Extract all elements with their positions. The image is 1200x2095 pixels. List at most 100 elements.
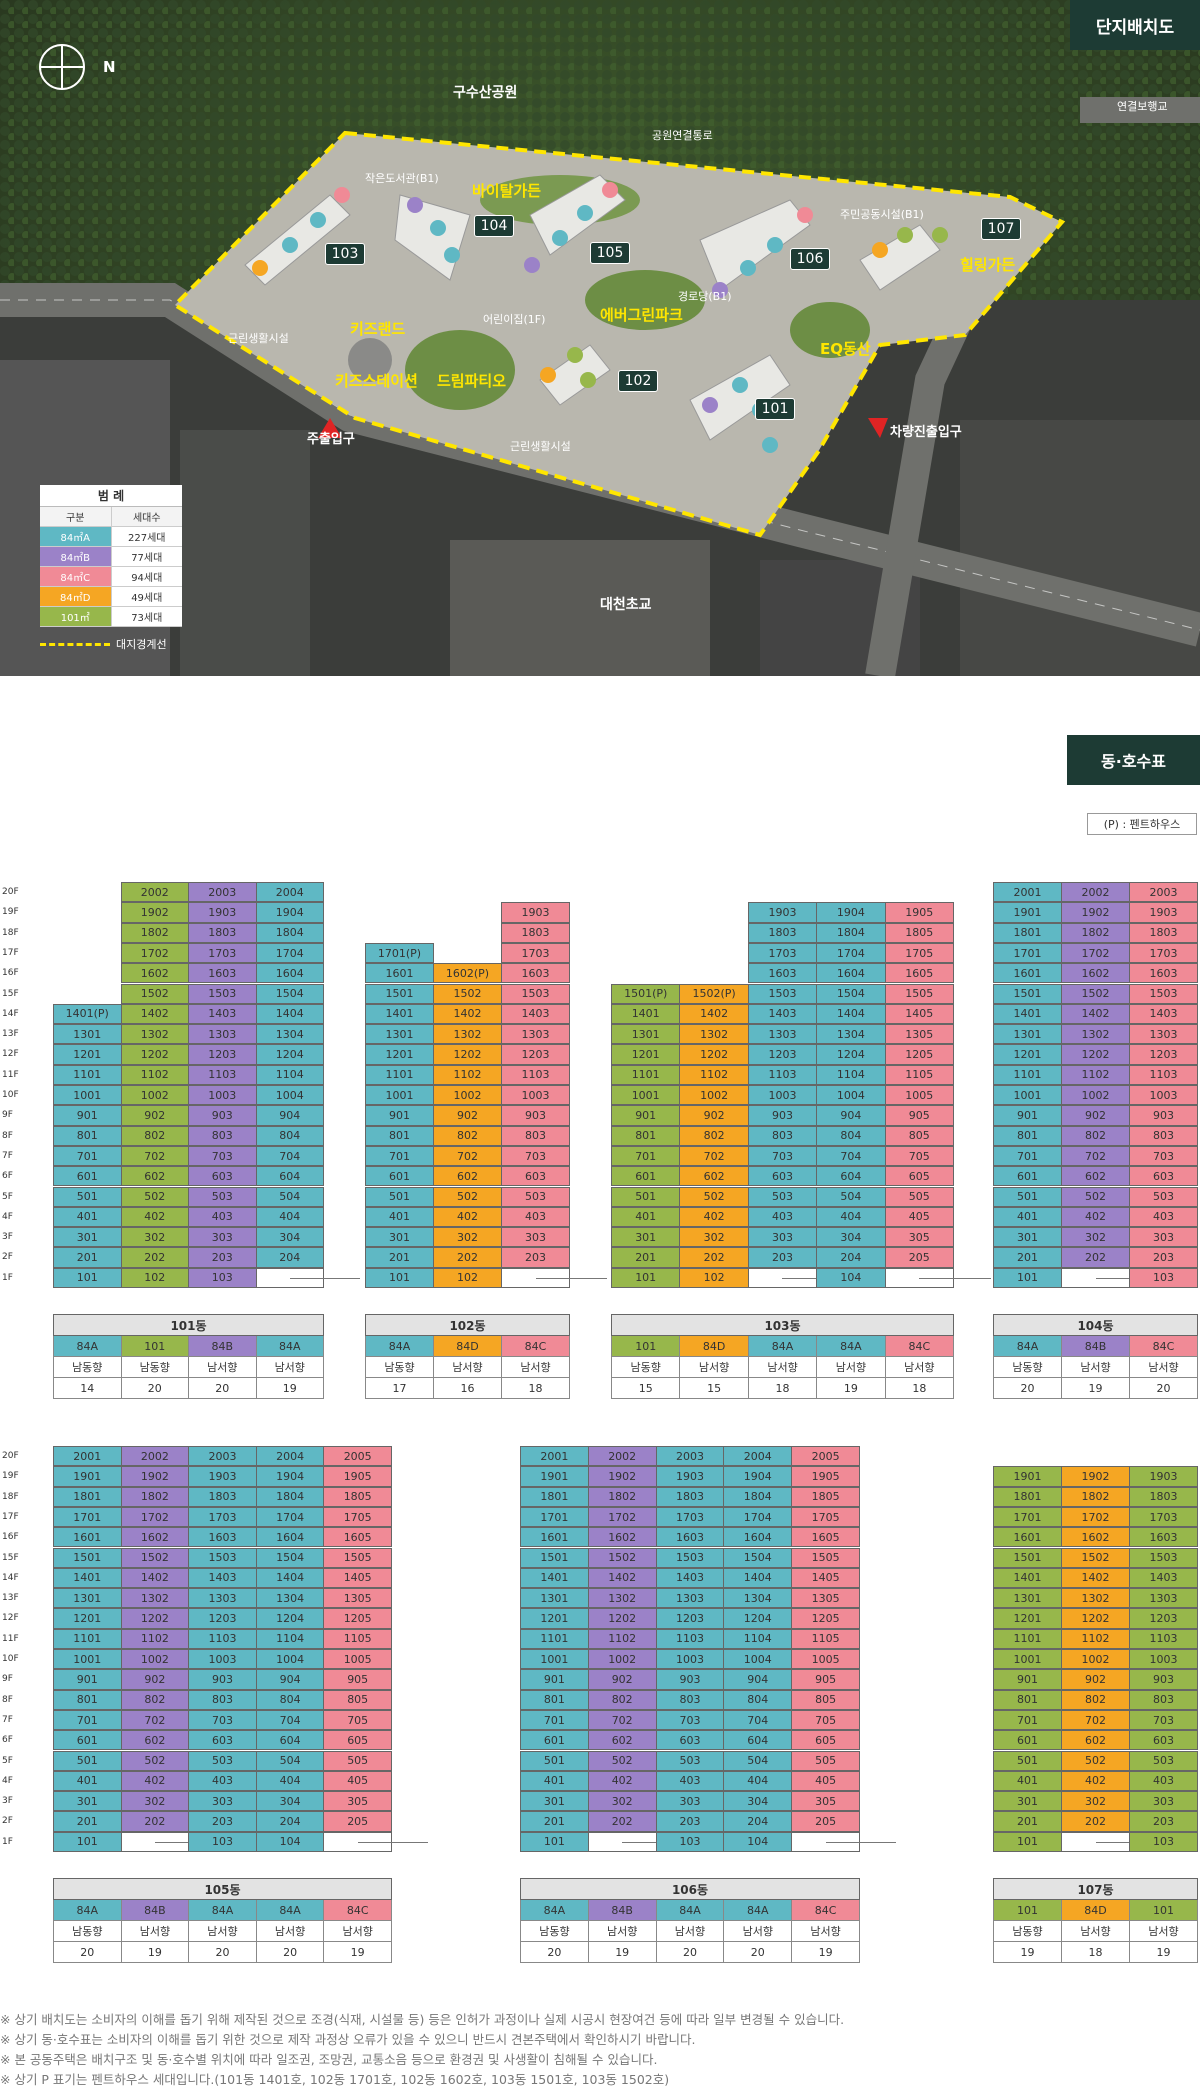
unit-cell[interactable]: 1405 xyxy=(791,1567,860,1589)
unit-cell[interactable]: 1804 xyxy=(816,922,886,943)
unit-cell[interactable]: 703 xyxy=(501,1145,570,1167)
unit-cell[interactable]: 202 xyxy=(433,1247,502,1268)
unit-cell[interactable]: 1703 xyxy=(747,942,818,964)
unit-cell[interactable]: 1702 xyxy=(1061,942,1130,964)
unit-cell[interactable]: 603 xyxy=(1129,1166,1198,1187)
unit-cell[interactable]: 1803 xyxy=(1129,1486,1198,1507)
unit-cell[interactable]: 201 xyxy=(993,1247,1062,1268)
unit-cell[interactable]: 204 xyxy=(255,1247,324,1268)
unit-cell[interactable]: 303 xyxy=(1129,1227,1198,1248)
unit-cell[interactable]: 803 xyxy=(501,1125,570,1146)
unit-cell[interactable]: 1002 xyxy=(1061,1085,1130,1106)
unit-cell[interactable]: 1801 xyxy=(520,1486,589,1507)
unit-cell[interactable]: 1104 xyxy=(255,1064,324,1085)
unit-cell[interactable]: 401 xyxy=(53,1770,122,1792)
unit-cell[interactable]: 1402 xyxy=(120,1003,189,1025)
unit-cell[interactable]: 505 xyxy=(791,1750,860,1771)
unit-cell[interactable]: 1301 xyxy=(520,1588,589,1609)
unit-cell[interactable]: 401 xyxy=(520,1770,589,1792)
unit-cell[interactable]: 2002 xyxy=(120,1446,190,1467)
unit-cell[interactable]: 902 xyxy=(679,1105,749,1126)
unit-cell[interactable]: 1701(P) xyxy=(365,942,434,964)
unit-cell[interactable]: 1105 xyxy=(791,1628,860,1649)
unit-cell[interactable]: 1002 xyxy=(120,1085,189,1106)
unit-cell[interactable]: 1401 xyxy=(53,1567,122,1589)
unit-cell[interactable]: 1302 xyxy=(1061,1588,1130,1609)
unit-cell[interactable]: 1702 xyxy=(587,1506,657,1528)
unit-cell[interactable]: 1005 xyxy=(791,1649,860,1670)
unit-cell[interactable]: 205 xyxy=(791,1811,860,1832)
unit-cell[interactable]: 702 xyxy=(120,1709,190,1731)
unit-cell[interactable]: 501 xyxy=(53,1750,122,1771)
unit-cell[interactable]: 602 xyxy=(1061,1166,1130,1187)
unit-cell[interactable]: 1903 xyxy=(747,902,818,923)
unit-cell[interactable]: 903 xyxy=(188,1669,257,1690)
unit-cell[interactable]: 1804 xyxy=(723,1486,793,1507)
unit-cell[interactable]: 702 xyxy=(1061,1709,1130,1731)
unit-cell[interactable]: 1502 xyxy=(1061,1547,1130,1568)
unit-cell[interactable]: 703 xyxy=(1129,1709,1198,1731)
unit-cell[interactable]: 503 xyxy=(747,1186,818,1207)
unit-cell[interactable]: 703 xyxy=(1129,1145,1198,1167)
unit-cell[interactable]: 1101 xyxy=(365,1064,434,1085)
unit-cell[interactable]: 902 xyxy=(1061,1669,1130,1690)
unit-cell[interactable]: 802 xyxy=(1061,1125,1130,1146)
unit-cell[interactable]: 1603 xyxy=(188,963,257,984)
unit-cell[interactable]: 1102 xyxy=(587,1628,657,1649)
unit-cell[interactable]: 1301 xyxy=(993,1588,1062,1609)
unit-cell[interactable]: 1402 xyxy=(587,1567,657,1589)
unit-cell[interactable]: 1603 xyxy=(188,1527,257,1548)
unit-cell[interactable]: 203 xyxy=(655,1811,725,1832)
unit-cell[interactable]: 604 xyxy=(816,1166,886,1187)
unit-cell[interactable]: 402 xyxy=(120,1770,190,1792)
unit-cell[interactable]: 1804 xyxy=(255,1486,325,1507)
unit-cell[interactable]: 302 xyxy=(1061,1227,1130,1248)
unit-cell[interactable]: 1801 xyxy=(53,1486,122,1507)
unit-cell[interactable]: 803 xyxy=(1129,1125,1198,1146)
unit-cell[interactable]: 2001 xyxy=(53,1446,122,1467)
unit-cell[interactable]: 1601 xyxy=(993,1527,1062,1548)
unit-cell[interactable]: 1403 xyxy=(747,1003,818,1025)
unit-cell[interactable]: 1103 xyxy=(1129,1064,1198,1085)
unit-cell[interactable]: 1105 xyxy=(323,1628,392,1649)
unit-cell[interactable]: 1703 xyxy=(1129,942,1198,964)
unit-cell[interactable]: 1201 xyxy=(365,1044,434,1065)
unit-cell[interactable]: 1603 xyxy=(655,1527,725,1548)
unit-cell[interactable]: 403 xyxy=(1129,1770,1198,1792)
unit-cell[interactable]: 1303 xyxy=(1129,1024,1198,1045)
unit-cell[interactable]: 401 xyxy=(53,1206,122,1228)
unit-cell[interactable]: 1303 xyxy=(501,1024,570,1045)
unit-cell[interactable]: 1403 xyxy=(501,1003,570,1025)
unit-cell[interactable]: 1001 xyxy=(993,1649,1062,1670)
unit-cell[interactable]: 801 xyxy=(365,1125,434,1146)
unit-cell[interactable]: 1503 xyxy=(655,1547,725,1568)
unit-cell[interactable]: 2004 xyxy=(723,1446,793,1467)
unit-cell[interactable]: 801 xyxy=(993,1689,1062,1710)
unit-cell[interactable]: 305 xyxy=(884,1227,954,1248)
unit-cell[interactable]: 402 xyxy=(1061,1770,1130,1792)
unit-cell[interactable]: 705 xyxy=(323,1709,392,1731)
unit-cell[interactable]: 1602(P) xyxy=(433,963,502,984)
unit-cell[interactable]: 302 xyxy=(1061,1791,1130,1812)
unit-cell[interactable]: 1204 xyxy=(723,1608,793,1629)
unit-cell[interactable]: 903 xyxy=(747,1105,818,1126)
unit-cell[interactable]: 504 xyxy=(255,1750,325,1771)
unit-cell[interactable]: 404 xyxy=(816,1206,886,1228)
unit-cell[interactable]: 1301 xyxy=(53,1588,122,1609)
unit-cell[interactable]: 1104 xyxy=(816,1064,886,1085)
unit-cell[interactable]: 304 xyxy=(816,1227,886,1248)
unit-cell[interactable]: 1201 xyxy=(53,1608,122,1629)
unit-cell[interactable]: 402 xyxy=(1061,1206,1130,1228)
unit-cell[interactable]: 1601 xyxy=(365,963,434,984)
unit-cell[interactable]: 1102 xyxy=(120,1628,190,1649)
unit-cell[interactable]: 305 xyxy=(791,1791,860,1812)
unit-cell[interactable]: 1705 xyxy=(884,942,954,964)
unit-cell[interactable]: 502 xyxy=(433,1186,502,1207)
unit-cell[interactable]: 203 xyxy=(1129,1247,1198,1268)
unit-cell[interactable]: 1101 xyxy=(520,1628,589,1649)
unit-cell[interactable]: 902 xyxy=(1061,1105,1130,1126)
unit-cell[interactable]: 1404 xyxy=(255,1567,325,1589)
unit-cell[interactable]: 2002 xyxy=(120,882,189,903)
unit-cell[interactable]: 202 xyxy=(1061,1811,1130,1832)
unit-cell[interactable]: 2002 xyxy=(1061,882,1130,903)
